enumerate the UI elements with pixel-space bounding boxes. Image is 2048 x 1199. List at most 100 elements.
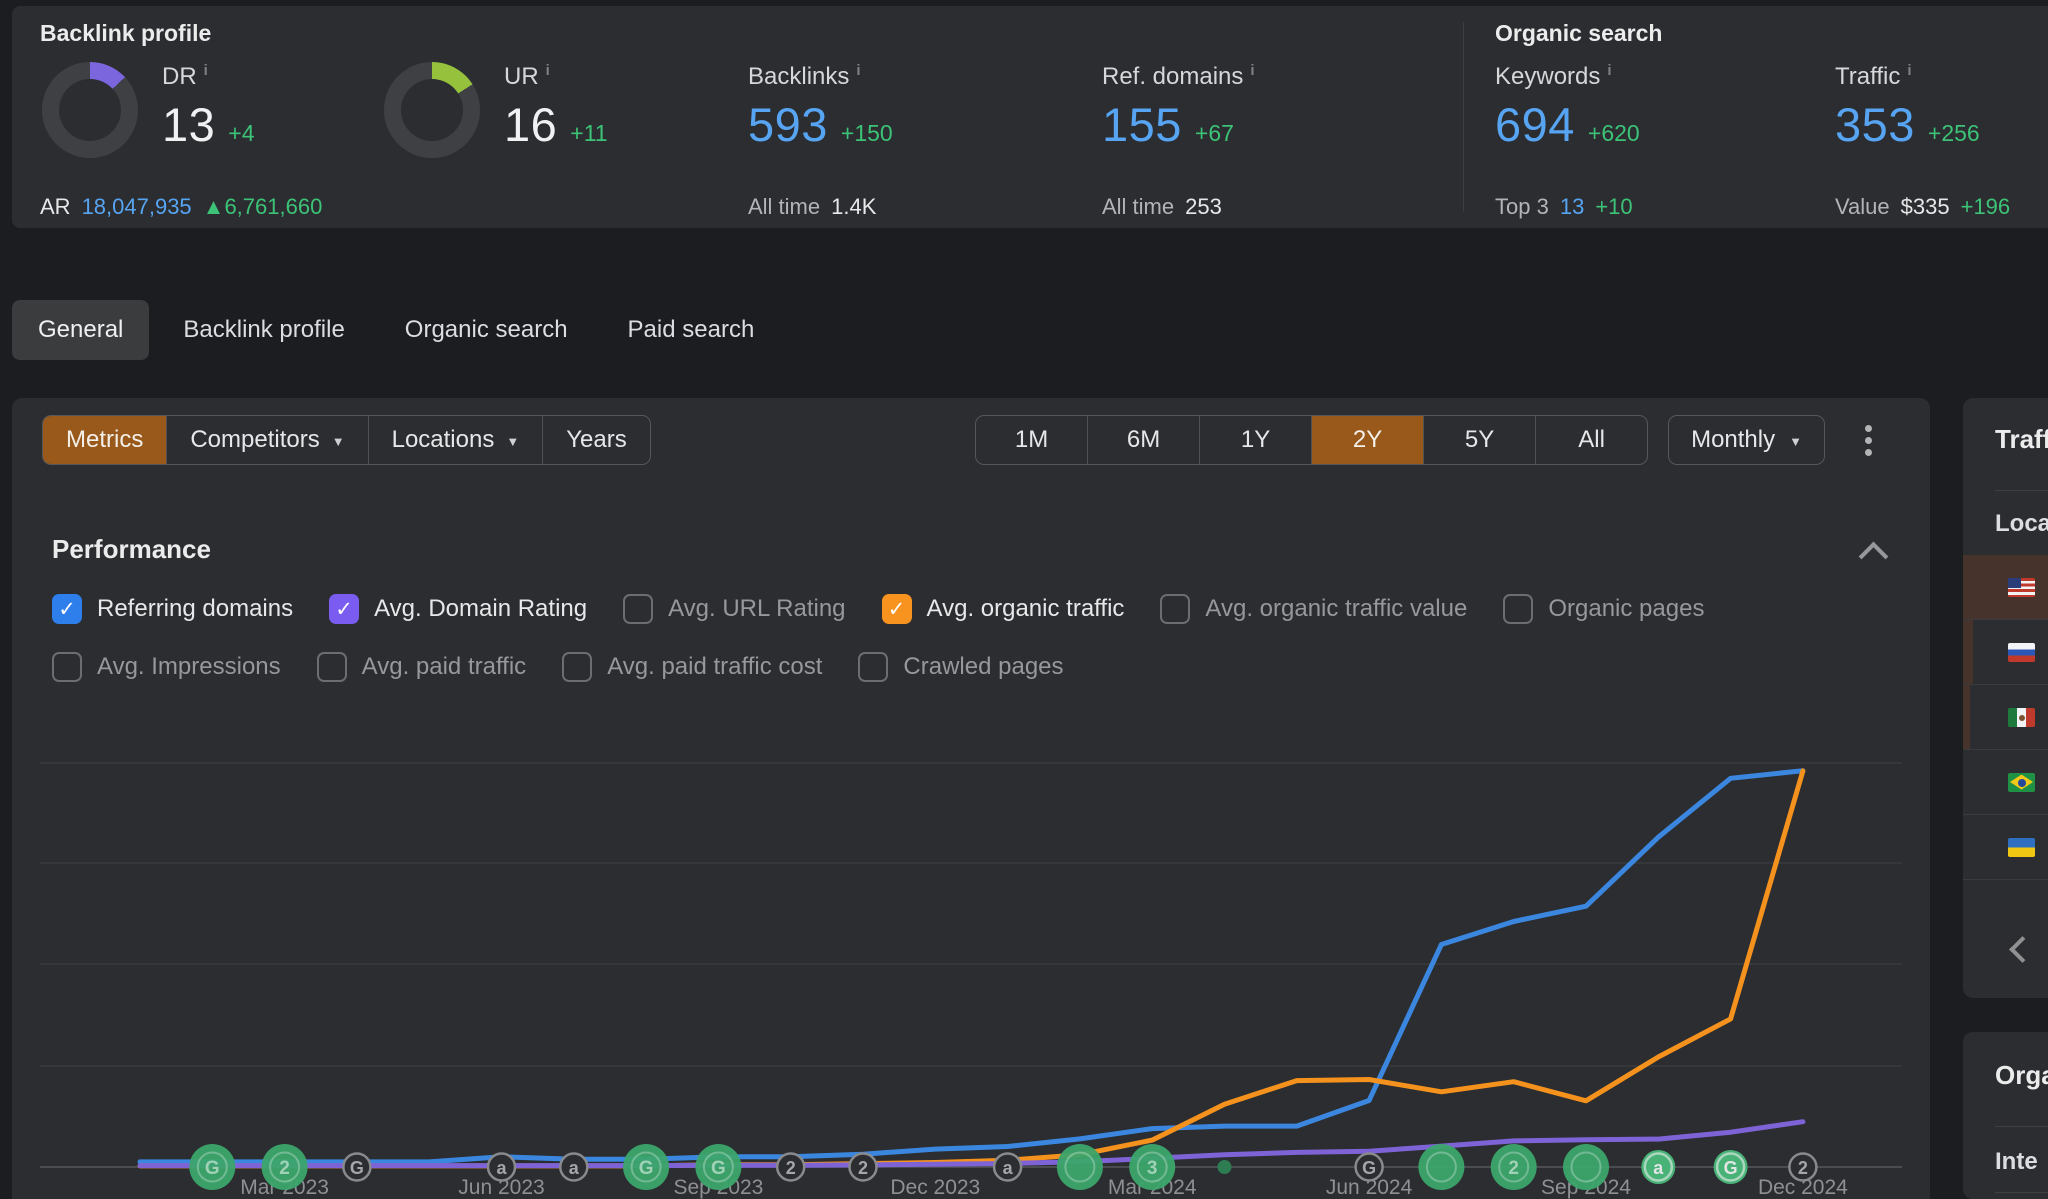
checkbox-checked-icon[interactable]: ✓ bbox=[52, 594, 82, 624]
range-1m-button[interactable]: 1M bbox=[976, 416, 1087, 464]
info-icon[interactable]: i bbox=[546, 62, 550, 79]
svg-text:G: G bbox=[711, 1158, 726, 1179]
checkbox-label: Avg. organic traffic value bbox=[1205, 595, 1467, 623]
metric-checkbox-crawled-pages[interactable]: Crawled pages bbox=[858, 652, 1063, 682]
event-marker[interactable]: G bbox=[1714, 1150, 1748, 1184]
more-options-button[interactable] bbox=[1861, 421, 1876, 460]
checkbox-unchecked-icon[interactable] bbox=[562, 652, 592, 682]
event-marker[interactable]: 2 bbox=[1491, 1144, 1537, 1190]
checkbox-unchecked-icon[interactable] bbox=[52, 652, 82, 682]
event-marker[interactable] bbox=[1057, 1144, 1103, 1190]
checkbox-checked-icon[interactable]: ✓ bbox=[329, 594, 359, 624]
tab-backlink-profile[interactable]: Backlink profile bbox=[157, 300, 370, 360]
top3-value[interactable]: 13 bbox=[1560, 194, 1584, 220]
metric-checkbox-avg-domain-rating[interactable]: ✓Avg. Domain Rating bbox=[329, 594, 587, 624]
location-row-ua[interactable] bbox=[1963, 815, 2048, 880]
checkbox-checked-icon[interactable]: ✓ bbox=[882, 594, 912, 624]
checkbox-unchecked-icon[interactable] bbox=[317, 652, 347, 682]
event-marker[interactable]: G bbox=[623, 1144, 669, 1190]
event-marker[interactable] bbox=[1563, 1144, 1609, 1190]
keywords-metric: Keywordsi 694+620 bbox=[1495, 62, 1640, 152]
metric-checkbox-referring-domains[interactable]: ✓ Referring domains bbox=[52, 594, 293, 624]
range-2y-button[interactable]: 2Y bbox=[1311, 416, 1423, 464]
location-row-mx[interactable] bbox=[1963, 685, 2048, 750]
event-marker[interactable]: a bbox=[560, 1154, 587, 1181]
traffic-share-bar bbox=[1963, 620, 1973, 684]
range-all-button[interactable]: All bbox=[1535, 416, 1647, 464]
ref-domains-value[interactable]: 155 bbox=[1102, 97, 1182, 152]
svg-text:2: 2 bbox=[279, 1158, 290, 1179]
range-5y-button[interactable]: 5Y bbox=[1423, 416, 1535, 464]
metric-checkbox-organic-pages[interactable]: Organic pages bbox=[1503, 594, 1704, 624]
metric-checkbox-avg-impressions[interactable]: Avg. Impressions bbox=[52, 652, 281, 682]
checkbox-unchecked-icon[interactable] bbox=[858, 652, 888, 682]
info-icon[interactable]: i bbox=[204, 62, 208, 79]
event-marker[interactable]: G bbox=[343, 1154, 370, 1181]
svg-text:a: a bbox=[569, 1158, 580, 1178]
performance-chart: Mar 2023Jun 2023Sep 2023Dec 2023Mar 2024… bbox=[12, 398, 1930, 1199]
event-marker[interactable]: a bbox=[488, 1154, 515, 1181]
event-marker[interactable]: G bbox=[189, 1144, 235, 1190]
checkbox-unchecked-icon[interactable] bbox=[1503, 594, 1533, 624]
metric-checkbox-avg-paid-traffic-cost[interactable]: Avg. paid traffic cost bbox=[562, 652, 822, 682]
tab-general[interactable]: General bbox=[12, 300, 149, 360]
location-row-us[interactable] bbox=[1963, 555, 2048, 620]
dr-label: DR bbox=[162, 63, 197, 90]
info-icon[interactable]: i bbox=[1250, 62, 1254, 79]
event-marker[interactable]: G bbox=[1356, 1154, 1383, 1181]
info-icon[interactable]: i bbox=[1907, 62, 1911, 79]
flag-ru-icon bbox=[2008, 643, 2035, 662]
location-row-br[interactable] bbox=[1963, 750, 2048, 815]
years-button[interactable]: Years bbox=[542, 416, 650, 464]
info-icon[interactable]: i bbox=[856, 62, 860, 79]
location-row-ru[interactable] bbox=[1963, 620, 2048, 685]
event-marker[interactable] bbox=[1218, 1160, 1232, 1174]
locations-heading: Loca bbox=[1995, 510, 2048, 538]
metric-checkbox-avg-url-rating[interactable]: Avg. URL Rating bbox=[623, 594, 845, 624]
organic-search-title: Organic search bbox=[1495, 20, 1662, 47]
event-marker[interactable]: 3 bbox=[1129, 1144, 1175, 1190]
alltime-label: All time bbox=[748, 194, 820, 220]
event-marker[interactable]: 2 bbox=[850, 1154, 877, 1181]
event-marker[interactable] bbox=[1418, 1144, 1464, 1190]
info-icon[interactable]: i bbox=[1607, 62, 1611, 79]
metric-checkbox-avg-organic-traffic[interactable]: ✓Avg. organic traffic bbox=[882, 594, 1125, 624]
collapse-chevron-icon[interactable] bbox=[1859, 542, 1889, 572]
tab-paid-search[interactable]: Paid search bbox=[602, 300, 781, 360]
event-marker[interactable]: 2 bbox=[777, 1154, 804, 1181]
range-1y-button[interactable]: 1Y bbox=[1199, 416, 1311, 464]
event-marker[interactable]: a bbox=[1641, 1150, 1675, 1184]
svg-text:a: a bbox=[1003, 1158, 1014, 1178]
divider bbox=[1995, 1192, 2048, 1193]
event-marker[interactable]: 2 bbox=[262, 1144, 308, 1190]
event-marker[interactable]: 2 bbox=[1789, 1154, 1816, 1181]
locations-button[interactable]: Locations▼ bbox=[368, 416, 543, 464]
metrics-button[interactable]: Metrics bbox=[43, 416, 166, 464]
event-marker[interactable]: G bbox=[695, 1144, 741, 1190]
metric-checkbox-avg-organic-traffic-value[interactable]: Avg. organic traffic value bbox=[1160, 594, 1467, 624]
chart-toolbar: MetricsCompetitors▼Locations▼Years 1M6M1… bbox=[42, 415, 1876, 465]
traffic-metric: Traffici 353+256 bbox=[1835, 62, 1980, 152]
checkbox-label: Referring domains bbox=[97, 595, 293, 623]
svg-text:G: G bbox=[1724, 1158, 1738, 1178]
ur-delta: +11 bbox=[570, 120, 607, 147]
flag-ua-icon bbox=[2008, 838, 2035, 857]
svg-text:3: 3 bbox=[1147, 1158, 1158, 1179]
checkbox-label: Crawled pages bbox=[903, 653, 1063, 681]
interval-dropdown[interactable]: Monthly ▼ bbox=[1668, 415, 1825, 465]
traffic-value[interactable]: 353 bbox=[1835, 97, 1915, 152]
checkbox-unchecked-icon[interactable] bbox=[1160, 594, 1190, 624]
checkbox-unchecked-icon[interactable] bbox=[623, 594, 653, 624]
event-marker[interactable]: a bbox=[994, 1154, 1021, 1181]
range-6m-button[interactable]: 6M bbox=[1087, 416, 1199, 464]
series-line-avg-organic-traffic bbox=[140, 771, 1803, 1166]
ar-value[interactable]: 18,047,935 bbox=[82, 194, 192, 220]
keywords-value[interactable]: 694 bbox=[1495, 97, 1575, 152]
collapse-left-icon[interactable] bbox=[2009, 936, 2036, 963]
svg-text:G: G bbox=[205, 1158, 220, 1179]
metric-checkbox-avg-paid-traffic[interactable]: Avg. paid traffic bbox=[317, 652, 527, 682]
tab-organic-search[interactable]: Organic search bbox=[379, 300, 594, 360]
ar-delta: ▲6,761,660 bbox=[203, 194, 323, 220]
competitors-button[interactable]: Competitors▼ bbox=[166, 416, 367, 464]
backlinks-value[interactable]: 593 bbox=[748, 97, 828, 152]
